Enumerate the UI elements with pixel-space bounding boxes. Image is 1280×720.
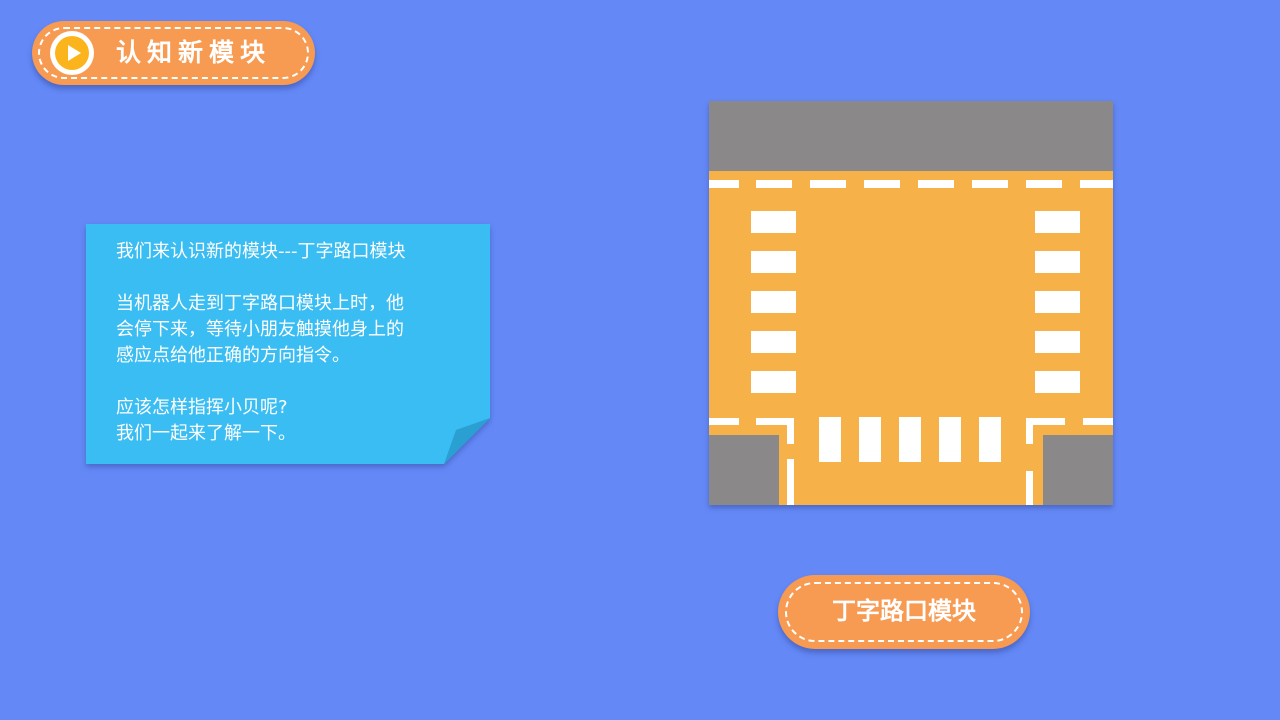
note-paragraph-behavior: 当机器人走到丁字路口模块上时，他 会停下来，等待小朋友触摸他身上的 感应点给他正…	[116, 293, 404, 366]
section-title: 认知新模块	[116, 38, 272, 67]
note-paragraph-intro: 我们来认识新的模块---丁字路口模块	[116, 241, 406, 262]
module-name-label: 丁字路口模块	[832, 597, 976, 625]
t-junction-illustration	[709, 101, 1113, 505]
description-note: 我们来认识新的模块---丁字路口模块 当机器人走到丁字路口模块上时，他 会停下来…	[86, 224, 490, 464]
note-paragraph-question: 应该怎样指挥小贝呢? 我们一起来了解一下。	[116, 397, 296, 444]
play-icon	[50, 31, 94, 75]
note-text: 我们来认识新的模块---丁字路口模块 当机器人走到丁字路口模块上时，他 会停下来…	[116, 239, 466, 447]
module-name-badge: 丁字路口模块	[778, 575, 1030, 649]
section-title-badge: 认知新模块	[32, 21, 315, 85]
